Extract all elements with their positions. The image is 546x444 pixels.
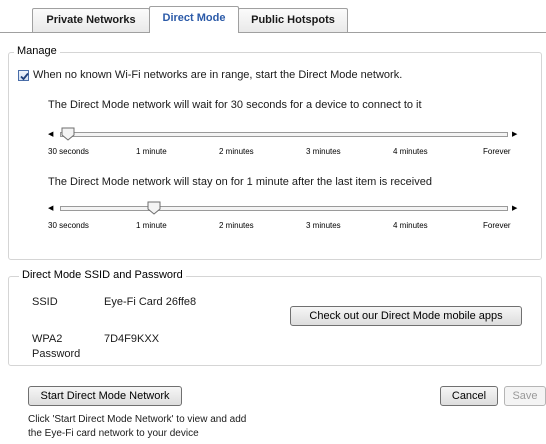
- tab-strip-line: [0, 32, 546, 33]
- tick-label: 30 seconds: [48, 221, 89, 230]
- tab-public-hotspots[interactable]: Public Hotspots: [238, 8, 348, 32]
- stay-slider-track[interactable]: [60, 206, 508, 211]
- wait-slider-track[interactable]: [60, 132, 508, 137]
- checkbox-label: When no known Wi-Fi networks are in rang…: [33, 69, 403, 81]
- mobile-apps-button[interactable]: Check out our Direct Mode mobile apps: [290, 306, 522, 326]
- slider-left-arrow-icon[interactable]: ◀: [48, 131, 53, 138]
- slider-right-arrow-icon[interactable]: ▶: [512, 205, 517, 212]
- tick-label: 3 minutes: [306, 147, 341, 156]
- wait-slider-thumb[interactable]: [61, 127, 75, 141]
- tick-label: 2 minutes: [219, 147, 254, 156]
- tick-label: 30 seconds: [48, 147, 89, 156]
- slider-left-arrow-icon[interactable]: ◀: [48, 205, 53, 212]
- slider-right-arrow-icon[interactable]: ▶: [512, 131, 517, 138]
- stay-slider-thumb[interactable]: [147, 201, 161, 215]
- tick-label: 2 minutes: [219, 221, 254, 230]
- checkmark-icon: [20, 72, 29, 81]
- tick-label: 4 minutes: [393, 221, 428, 230]
- start-direct-mode-button[interactable]: Start Direct Mode Network: [28, 386, 182, 406]
- hint-line-1: Click 'Start Direct Mode Network' to vie…: [28, 414, 247, 425]
- manage-group-title: Manage: [14, 45, 60, 57]
- tick-label: Forever: [483, 221, 511, 230]
- tick-label: 3 minutes: [306, 221, 341, 230]
- start-direct-mode-checkbox[interactable]: [18, 70, 29, 81]
- tick-label: 4 minutes: [393, 147, 428, 156]
- tab-private-networks[interactable]: Private Networks: [32, 8, 150, 32]
- wpa2-password-value: 7D4F9KXX: [104, 333, 160, 345]
- wpa2-label: WPA2: [32, 333, 63, 345]
- save-button[interactable]: Save: [504, 386, 546, 406]
- password-label: Password: [32, 348, 81, 360]
- hint-line-2: the Eye-Fi card network to your device: [28, 428, 199, 439]
- tick-label: 1 minute: [136, 147, 167, 156]
- tab-direct-mode[interactable]: Direct Mode: [149, 6, 239, 33]
- ssid-group-title: Direct Mode SSID and Password: [19, 269, 186, 281]
- wait-description: The Direct Mode network will wait for 30…: [48, 99, 422, 111]
- tick-label: 1 minute: [136, 221, 167, 230]
- ssid-value: Eye-Fi Card 26ffe8: [104, 296, 197, 308]
- ssid-label: SSID: [32, 296, 58, 308]
- stay-description: The Direct Mode network will stay on for…: [48, 176, 432, 188]
- cancel-button[interactable]: Cancel: [440, 386, 498, 406]
- tick-label: Forever: [483, 147, 511, 156]
